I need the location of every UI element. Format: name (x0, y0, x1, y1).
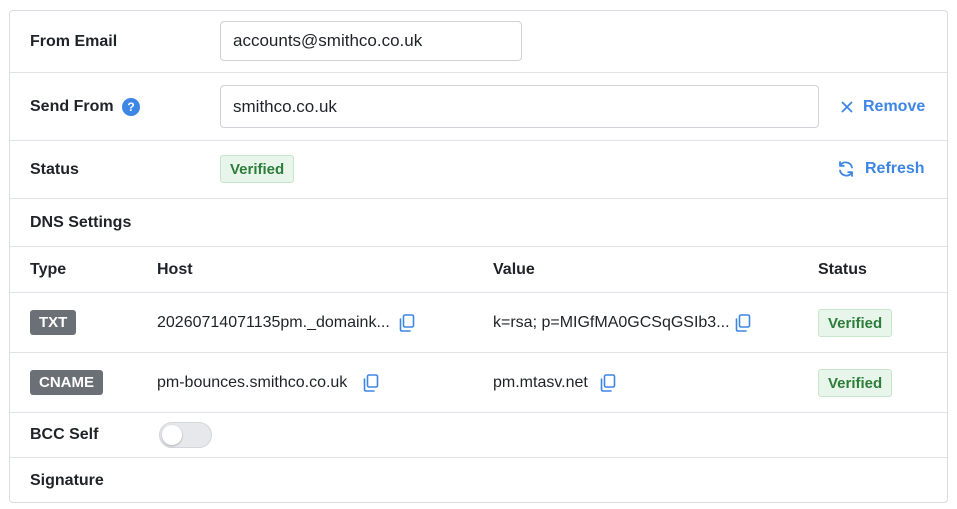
dns-table-header: Type Host Value Status (10, 247, 947, 293)
record-type-badge: TXT (30, 310, 77, 335)
record-host: 20260714071135pm._domaink... (157, 313, 390, 331)
record-value: pm.mtasv.net (493, 373, 588, 391)
copy-icon[interactable] (363, 374, 379, 392)
bcc-self-row: BCC Self (10, 413, 947, 458)
record-value: k=rsa; p=MIGfMA0GCSqGSIb3... (493, 313, 730, 331)
from-email-label: From Email (30, 32, 118, 50)
send-from-label: Send From (30, 97, 114, 115)
bcc-self-label: BCC Self (30, 426, 99, 443)
status-row: Status Verified Refresh (10, 141, 947, 199)
bcc-self-toggle[interactable] (159, 422, 212, 448)
signature-row: Signature (10, 458, 947, 502)
record-type-badge: CNAME (30, 370, 103, 395)
remove-label: Remove (863, 98, 926, 115)
record-status-badge: Verified (818, 309, 893, 337)
dns-settings-title: DNS Settings (30, 213, 132, 231)
signature-label: Signature (30, 472, 104, 489)
copy-icon[interactable] (399, 314, 415, 332)
remove-button[interactable]: Remove (841, 98, 925, 116)
record-host: pm-bounces.smithco.co.uk (157, 373, 348, 391)
table-row: TXT 20260714071135pm._domaink... k=rsa; … (10, 293, 947, 353)
copy-icon[interactable] (600, 374, 616, 392)
send-from-row: Send From ? Remove (10, 73, 947, 141)
status-label: Status (30, 160, 79, 178)
help-icon[interactable]: ? (122, 97, 140, 116)
copy-icon[interactable] (735, 314, 751, 332)
column-header-type: Type (30, 260, 67, 278)
record-status-badge: Verified (818, 369, 893, 397)
send-from-field[interactable] (220, 85, 819, 128)
column-header-host: Host (157, 260, 193, 278)
refresh-button[interactable]: Refresh (837, 160, 925, 178)
toggle-knob (162, 425, 182, 445)
from-email-row: From Email (10, 11, 947, 73)
column-header-value: Value (493, 260, 535, 278)
close-icon (841, 101, 853, 113)
refresh-label: Refresh (865, 160, 925, 177)
refresh-icon (839, 161, 853, 177)
status-badge: Verified (220, 155, 295, 183)
sender-settings-panel: From Email Send From ? Remove Status Ver… (9, 10, 948, 503)
dns-settings-header: DNS Settings (10, 199, 947, 247)
table-row: CNAME pm-bounces.smithco.co.uk pm.mtasv.… (10, 353, 947, 413)
from-email-field[interactable] (220, 21, 522, 61)
column-header-status: Status (818, 260, 867, 278)
